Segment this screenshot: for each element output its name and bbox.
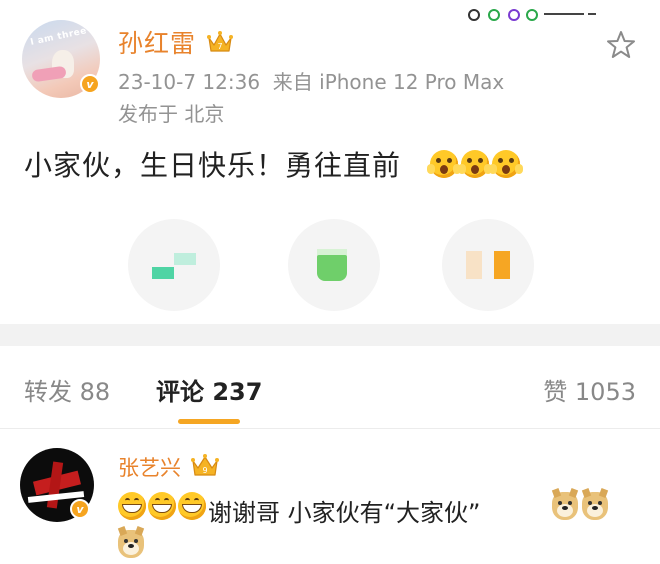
grin-emoji-icon [178,492,206,520]
star-icon[interactable] [604,28,638,62]
commenter-name[interactable]: 张艺兴 [118,452,181,482]
share-icon[interactable] [128,219,220,311]
doge-emoji-icon [581,488,609,520]
verified-badge-icon: v [80,74,100,94]
tab-repost[interactable]: 转发 88 [24,372,110,407]
avatar-caption: I am three [29,26,88,48]
post-text: 小家伙，生日快乐！勇往直前 [24,149,402,182]
bike-decoration-icon [468,4,616,26]
post-timestamp: 23-10-7 12:36 [118,70,261,94]
tabs-divider [0,428,660,429]
post-source: 来自 iPhone 12 Pro Max [272,70,505,94]
tab-comment[interactable]: 评论 237 [156,372,262,407]
comment-text: 谢谢哥 小家伙有“大家伙” [208,499,481,527]
post-meta: 23-10-7 12:36 来自 iPhone 12 Pro Max [118,66,504,95]
author-name[interactable]: 孙红雷 [118,24,196,60]
svg-text:7: 7 [217,42,222,51]
shocked-emoji-icon [427,150,461,178]
grin-emoji-icon [118,492,146,520]
tab-like[interactable]: 赞 1053 [543,372,636,407]
section-divider [0,324,660,346]
svg-text:9: 9 [202,466,207,475]
crown-icon: 7 [207,30,233,54]
wallet-icon[interactable] [288,219,380,311]
pause-icon[interactable] [442,219,534,311]
grin-emoji-icon [148,492,176,520]
shocked-emoji-icon [458,150,492,178]
verified-badge-icon: v [70,499,90,519]
crown-icon: 9 [190,452,220,478]
doge-emoji-icon [551,488,579,520]
doge-emoji-icon [117,526,145,558]
post-location: 发布于 北京 [118,102,225,126]
shocked-emoji-icon [489,150,523,178]
active-tab-indicator [178,419,240,424]
